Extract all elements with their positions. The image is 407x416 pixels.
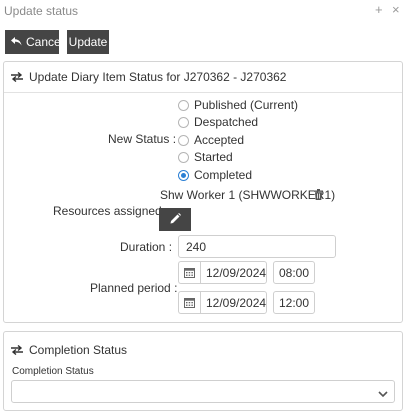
status-option-completed[interactable]: Completed [178,168,252,182]
start-time-input[interactable]: 08:00 [273,261,315,284]
resources-assigned-label: Resources assigned : [53,204,169,218]
radio-started[interactable] [178,151,189,163]
diary-panel-header: Update Diary Item Status for J270362 - J… [11,70,286,84]
end-date-group: 12/09/2024 [178,291,267,314]
chevron-down-icon [378,387,388,401]
edit-resources-button[interactable] [159,208,191,231]
back-arrow-icon [11,35,22,49]
resource-name: Shw Worker 1 (SHWWORKER1) [160,188,336,202]
cancel-button-label: Cancel [26,35,64,49]
duration-input[interactable]: 240 [178,235,336,258]
swap-arrows-icon [11,345,23,355]
calendar-icon[interactable] [178,261,200,284]
update-button[interactable]: Update [67,30,109,54]
status-option-published[interactable]: Published (Current) [178,98,298,112]
diary-status-panel: Update Diary Item Status for J270362 - J… [3,61,403,323]
calendar-icon[interactable] [178,291,200,314]
expand-icon[interactable]: + [375,2,383,17]
radio-despatched[interactable] [178,116,189,128]
status-option-despatched[interactable]: Despatched [178,115,258,129]
panel-divider [4,92,402,93]
swap-arrows-icon [11,72,23,82]
radio-accepted[interactable] [178,134,189,146]
radio-published[interactable] [178,99,189,111]
window-titlebar: Update status + × [0,0,407,22]
toolbar: Cancel Update [5,30,109,54]
duration-label: Duration : [120,240,173,254]
window-title: Update status [4,4,79,18]
completion-status-select[interactable] [11,380,395,403]
start-date-input[interactable]: 12/09/2024 [200,261,267,284]
status-option-label: Started [194,150,233,164]
end-time-input[interactable]: 12:00 [273,291,315,314]
planned-period-label: Planned period : [90,281,178,295]
end-date-input[interactable]: 12/09/2024 [200,291,267,314]
trash-icon[interactable] [314,189,323,203]
status-option-accepted[interactable]: Accepted [178,133,244,147]
status-option-label: Accepted [194,133,245,147]
start-date-group: 12/09/2024 [178,261,267,284]
status-option-label: Completed [194,168,253,182]
completion-panel-header: Completion Status [11,343,127,357]
diary-panel-title: Update Diary Item Status for J270362 - J… [29,70,287,84]
completion-panel-title: Completion Status [29,343,128,357]
status-option-label: Published (Current) [194,98,299,112]
new-status-label: New Status : [108,132,177,146]
completion-status-field-label: Completion Status [12,366,94,377]
completion-status-panel: Completion Status Completion Status [3,331,403,411]
radio-completed[interactable] [178,169,189,181]
status-option-label: Despatched [194,115,259,129]
pencil-icon [170,212,181,227]
close-icon[interactable]: × [392,2,400,17]
cancel-button[interactable]: Cancel [5,30,63,54]
status-option-started[interactable]: Started [178,150,233,164]
